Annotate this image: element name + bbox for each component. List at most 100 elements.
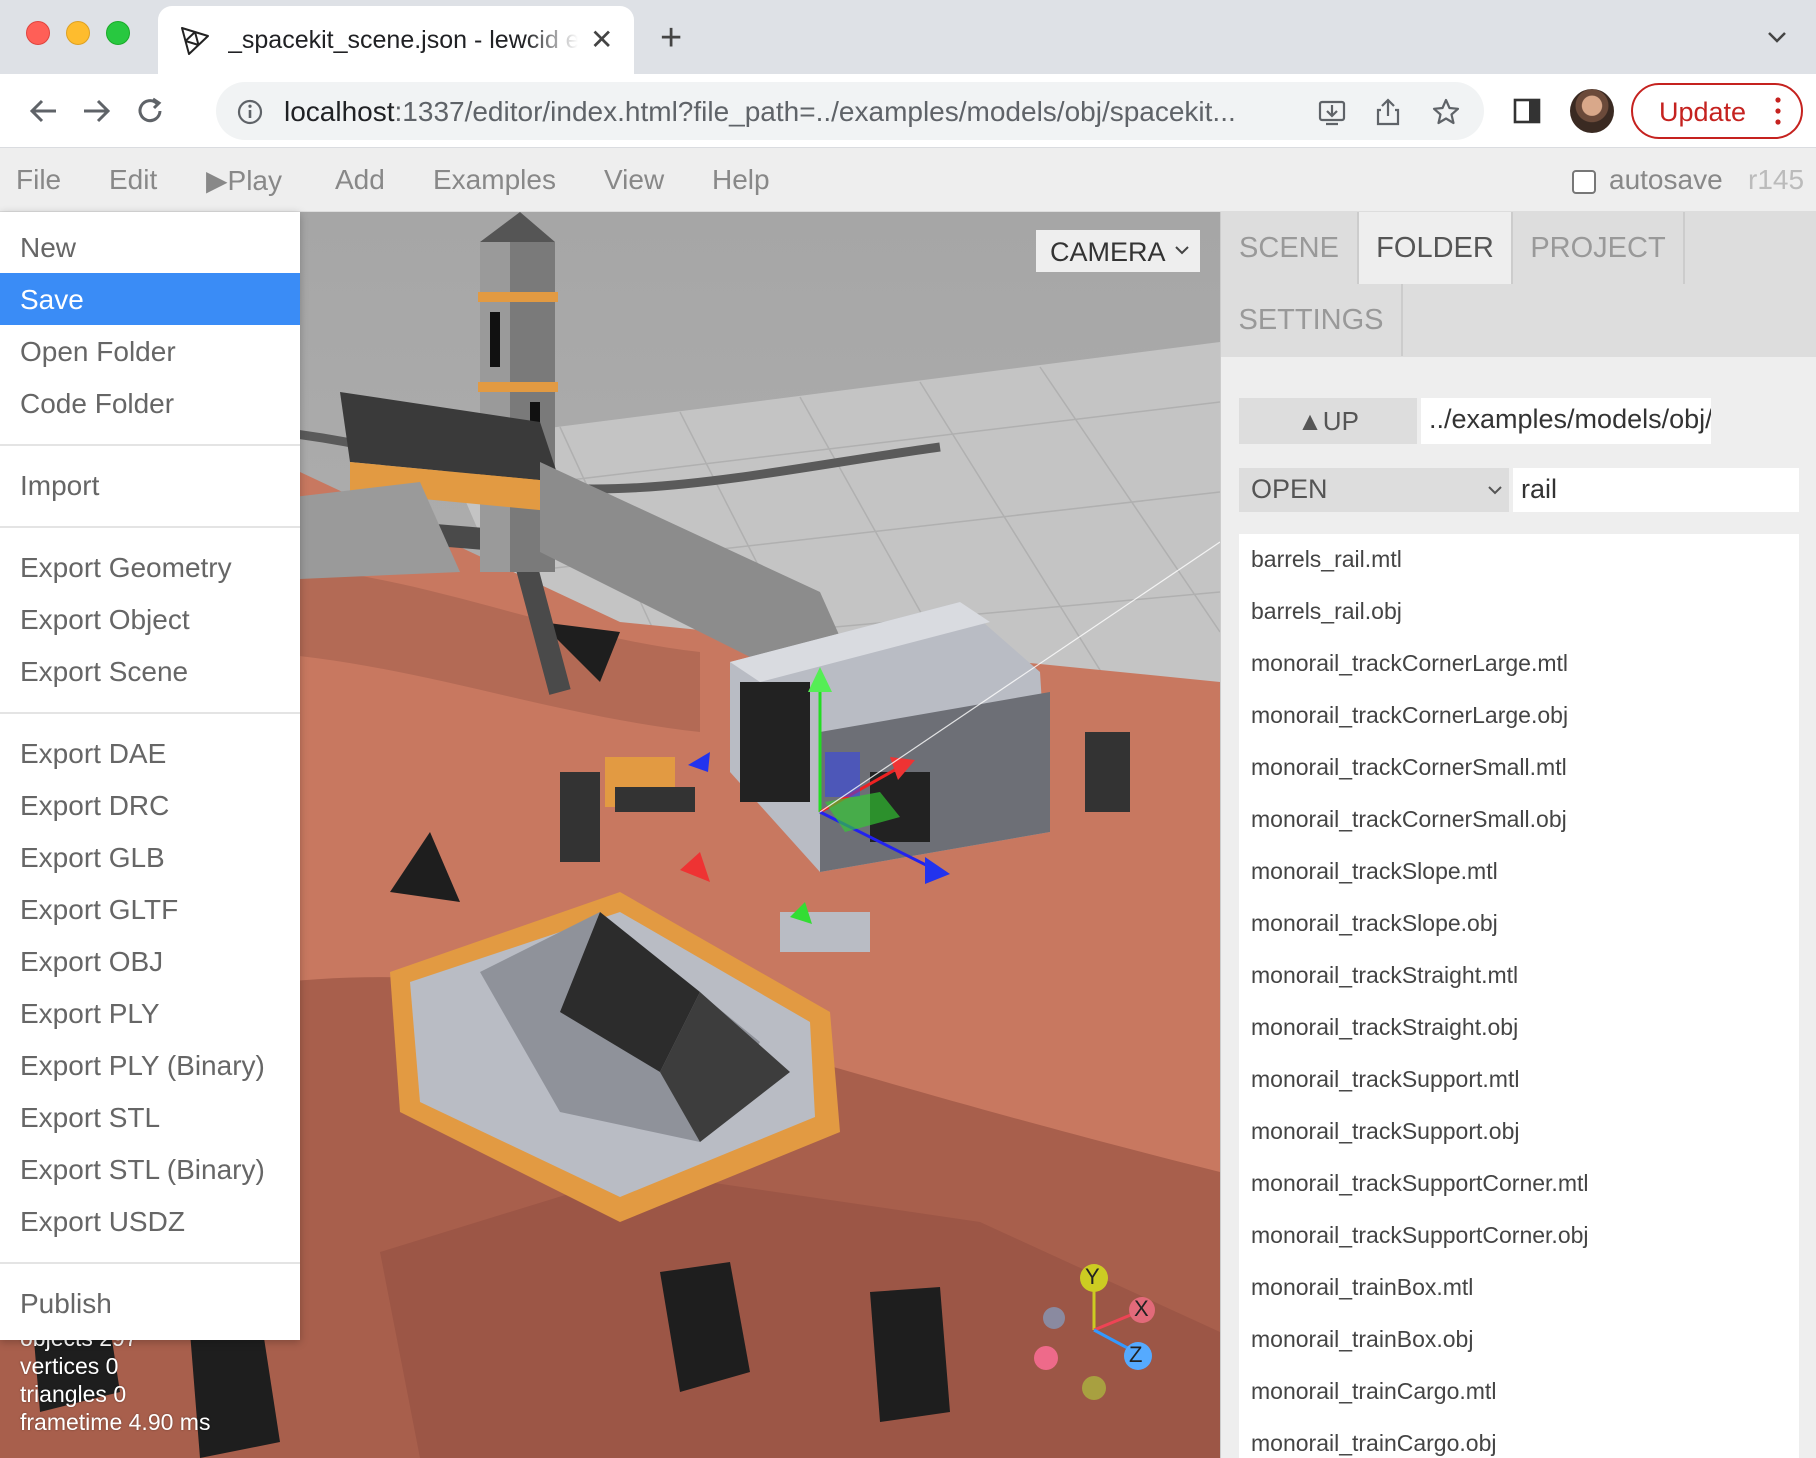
update-button[interactable]: Update	[1631, 83, 1803, 139]
sidebar: SCENE FOLDER PROJECT SETTINGS ▲UP ../exa…	[1220, 212, 1816, 1458]
folder-up-button[interactable]: ▲UP	[1239, 398, 1417, 444]
reload-icon[interactable]	[132, 93, 168, 129]
menu-help[interactable]: Help	[712, 164, 770, 196]
file-list-item[interactable]: monorail_trackSupport.mtl	[1239, 1054, 1799, 1106]
site-info-icon[interactable]	[236, 98, 264, 126]
axis-x-label: X	[1134, 1296, 1149, 1321]
profile-avatar[interactable]	[1570, 89, 1614, 133]
menu-item-export-stl-binary[interactable]: Export STL (Binary)	[0, 1143, 300, 1195]
file-list-item[interactable]: monorail_trainCargo.mtl	[1239, 1366, 1799, 1418]
menu-separator	[0, 526, 300, 528]
revision-label: r145	[1748, 164, 1805, 195]
window-minimize-button[interactable]	[66, 21, 90, 45]
chevron-down-icon	[1488, 486, 1502, 495]
url-text[interactable]: localhost:1337/editor/index.html?file_pa…	[284, 96, 1294, 128]
file-list-item[interactable]: monorail_trainCargo.obj	[1239, 1418, 1799, 1458]
menu-examples[interactable]: Examples	[433, 164, 556, 196]
update-button-label: Update	[1659, 97, 1747, 127]
file-list-item[interactable]: monorail_trainBox.mtl	[1239, 1262, 1799, 1314]
tab-settings[interactable]: SETTINGS	[1221, 284, 1403, 356]
open-mode-select[interactable]: OPEN	[1239, 468, 1509, 512]
menu-item-export-object[interactable]: Export Object	[0, 593, 300, 645]
menu-play[interactable]: ▶Play	[206, 164, 282, 197]
axis-z-label: Z	[1129, 1342, 1143, 1367]
browser-tab-bar: _spacekit_scene.json - lewcid editor ✕ +	[0, 0, 1816, 74]
file-list-item[interactable]: monorail_trackCornerLarge.obj	[1239, 690, 1799, 742]
menu-edit[interactable]: Edit	[109, 164, 157, 196]
camera-select-label: CAMERA	[1050, 237, 1166, 267]
browser-toolbar: localhost:1337/editor/index.html?file_pa…	[0, 74, 1816, 148]
menu-file[interactable]: File	[16, 164, 61, 196]
sidebar-tabs: SCENE FOLDER PROJECT SETTINGS	[1221, 212, 1816, 357]
file-list-item[interactable]: monorail_trackCornerSmall.mtl	[1239, 742, 1799, 794]
menu-item-export-ply[interactable]: Export PLY	[0, 987, 300, 1039]
menu-item-export-dae[interactable]: Export DAE	[0, 727, 300, 779]
new-tab-icon[interactable]: +	[660, 18, 682, 58]
file-list: barrels_rail.mtl barrels_rail.obj monorail…	[1239, 534, 1799, 1458]
menu-item-new[interactable]: New	[0, 221, 300, 273]
file-list-item[interactable]: monorail_trainBox.obj	[1239, 1314, 1799, 1366]
address-bar[interactable]: localhost:1337/editor/index.html?file_pa…	[216, 82, 1484, 140]
file-list-item[interactable]: monorail_trackCornerLarge.mtl	[1239, 638, 1799, 690]
axis-y-label: Y	[1085, 1264, 1100, 1289]
tab-title: _spacekit_scene.json - lewcid editor	[228, 26, 578, 54]
browser-tab[interactable]: _spacekit_scene.json - lewcid editor ✕	[158, 6, 634, 74]
menu-separator	[0, 1262, 300, 1264]
menu-item-export-obj[interactable]: Export OBJ	[0, 935, 300, 987]
forward-arrow-icon[interactable]	[78, 93, 114, 129]
stat-frametime: frametime 4.90 ms	[20, 1409, 211, 1435]
editor-menubar: File Edit ▶Play Add Examples View Help a…	[0, 148, 1816, 212]
threejs-logo-icon	[181, 27, 209, 55]
window-close-button[interactable]	[26, 21, 50, 45]
menu-item-export-drc[interactable]: Export DRC	[0, 779, 300, 831]
tab-close-icon[interactable]: ✕	[590, 24, 613, 56]
menu-item-code-folder[interactable]: Code Folder	[0, 377, 300, 429]
install-app-icon[interactable]	[1316, 96, 1348, 128]
file-list-item[interactable]: monorail_trackSupportCorner.mtl	[1239, 1158, 1799, 1210]
menu-item-export-gltf[interactable]: Export GLTF	[0, 883, 300, 935]
file-list-item[interactable]: monorail_trackSupport.obj	[1239, 1106, 1799, 1158]
menu-item-export-stl[interactable]: Export STL	[0, 1091, 300, 1143]
menu-item-import[interactable]: Import	[0, 459, 300, 511]
side-panel-icon[interactable]	[1510, 94, 1544, 128]
menu-item-save[interactable]: Save	[0, 273, 300, 325]
file-list-item[interactable]: barrels_rail.mtl	[1239, 534, 1799, 586]
open-mode-label: OPEN	[1251, 474, 1328, 504]
menu-item-export-usdz[interactable]: Export USDZ	[0, 1195, 300, 1247]
file-filter-input[interactable]: rail	[1513, 468, 1799, 512]
file-list-item[interactable]: monorail_trackStraight.obj	[1239, 1002, 1799, 1054]
tab-search-chevron-icon[interactable]	[1762, 22, 1792, 52]
menu-add[interactable]: Add	[335, 164, 385, 196]
file-list-item[interactable]: monorail_trackSlope.mtl	[1239, 846, 1799, 898]
menu-item-export-glb[interactable]: Export GLB	[0, 831, 300, 883]
tab-project[interactable]: PROJECT	[1513, 212, 1685, 284]
menu-separator	[0, 444, 300, 446]
file-list-item[interactable]: barrels_rail.obj	[1239, 586, 1799, 638]
folder-path-input[interactable]: ../examples/models/obj/	[1421, 398, 1711, 444]
autosave-label: autosave	[1609, 164, 1723, 195]
chevron-down-icon	[1175, 246, 1189, 255]
bookmark-star-icon[interactable]	[1430, 96, 1462, 128]
stats-panel: objects 297 vertices 0 triangles 0 frame…	[20, 1324, 210, 1436]
menu-item-publish[interactable]: Publish	[0, 1277, 300, 1329]
share-icon[interactable]	[1372, 96, 1404, 128]
file-menu-dropdown: New Save Open Folder Code Folder Import …	[0, 212, 300, 1340]
back-arrow-icon[interactable]	[26, 93, 62, 129]
menu-view[interactable]: View	[604, 164, 664, 196]
menu-item-export-geometry[interactable]: Export Geometry	[0, 541, 300, 593]
tab-scene[interactable]: SCENE	[1221, 212, 1359, 284]
menu-item-export-ply-binary[interactable]: Export PLY (Binary)	[0, 1039, 300, 1091]
menu-separator	[0, 712, 300, 714]
file-list-item[interactable]: monorail_trackSupportCorner.obj	[1239, 1210, 1799, 1262]
window-zoom-button[interactable]	[106, 21, 130, 45]
autosave-checkbox[interactable]	[1572, 170, 1596, 194]
tab-folder[interactable]: FOLDER	[1359, 212, 1513, 284]
stat-triangles: triangles 0	[20, 1381, 127, 1407]
stat-vertices: vertices 0	[20, 1353, 119, 1379]
file-list-item[interactable]: monorail_trackCornerSmall.obj	[1239, 794, 1799, 846]
menu-item-open-folder[interactable]: Open Folder	[0, 325, 300, 377]
file-list-item[interactable]: monorail_trackStraight.mtl	[1239, 950, 1799, 1002]
file-list-item[interactable]: monorail_trackSlope.obj	[1239, 898, 1799, 950]
menu-item-export-scene[interactable]: Export Scene	[0, 645, 300, 697]
camera-select[interactable]: CAMERA	[1036, 230, 1200, 272]
